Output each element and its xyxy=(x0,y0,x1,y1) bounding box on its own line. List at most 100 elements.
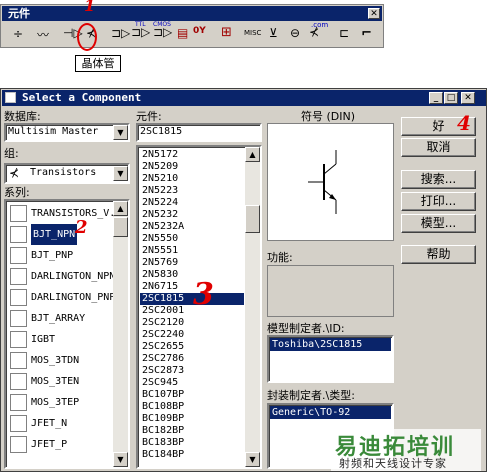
family-item[interactable]: JFET_P xyxy=(8,434,120,455)
component-list-item[interactable]: 2N5209 xyxy=(140,161,244,173)
component-list-item[interactable]: 2N5769 xyxy=(140,257,244,269)
component-input[interactable]: 2SC1815 xyxy=(136,123,262,142)
family-item[interactable]: MOS_3TEN xyxy=(8,371,120,392)
mos-3tep-icon xyxy=(10,394,27,411)
family-item[interactable]: JFET_N xyxy=(8,413,120,434)
family-list[interactable]: TRANSISTORS_V. BJT_NPN BJT_PNP DARLINGTO… xyxy=(4,199,130,469)
dialog-app-icon xyxy=(5,92,16,103)
family-item[interactable]: MOS_3TDN xyxy=(8,350,120,371)
connector-icon[interactable]: ⌐ xyxy=(361,26,372,41)
model-button[interactable]: 模型... xyxy=(401,214,476,233)
family-item[interactable]: DARLINGTON_NPN xyxy=(8,266,120,287)
component-list-item[interactable]: 2N5224 xyxy=(140,197,244,209)
toolbar-titlebar[interactable]: 元件 ✕ xyxy=(2,6,382,21)
component-list-item[interactable]: 2N5172 xyxy=(140,149,244,161)
database-dropdown-arrow[interactable]: ▼ xyxy=(113,125,128,140)
ttl-icon[interactable]: TTL ⊐▷ xyxy=(131,21,150,39)
database-select[interactable]: Multisim Master ▼ xyxy=(4,123,130,142)
ok-button-label: 好 xyxy=(432,119,445,133)
igbt-icon xyxy=(10,331,27,348)
cancel-button[interactable]: 取消 xyxy=(401,138,476,157)
component-list-item[interactable]: BC183BP xyxy=(140,437,244,449)
family-scrollbar[interactable]: ▲ ▼ xyxy=(113,201,128,467)
component-list-item[interactable]: 2N5830 xyxy=(140,269,244,281)
watermark-sub: 射频和天线设计专家 xyxy=(339,457,447,470)
ttl-label: TTL xyxy=(135,21,146,28)
component-list-item[interactable]: 2N5223 xyxy=(140,185,244,197)
power-icon[interactable]: ⊻ xyxy=(269,26,278,40)
search-button[interactable]: 搜索... xyxy=(401,170,476,189)
com-icon[interactable]: .com ⊀ xyxy=(309,21,328,39)
mcu-icon[interactable]: ▤ xyxy=(177,26,188,40)
component-list-item[interactable]: BC107BP xyxy=(140,389,244,401)
family-item[interactable]: DARLINGTON_PNP xyxy=(8,287,120,308)
darlington-pnp-icon xyxy=(10,289,27,306)
component-list-item[interactable]: 2SC945 xyxy=(140,377,244,389)
mixed-icon[interactable]: ⊞ xyxy=(221,25,232,40)
cmos-icon[interactable]: CMOS ⊐▷ xyxy=(153,21,172,39)
source-icon[interactable]: ÷ xyxy=(13,27,23,41)
component-list-item[interactable]: 2N5232A xyxy=(140,221,244,233)
footprint-value[interactable]: Generic\TO-92 xyxy=(270,406,391,419)
footprint-label: 封装制定者.\类型: xyxy=(267,389,355,402)
component-list-item[interactable]: 2N5551 xyxy=(140,245,244,257)
family-scroll-down[interactable]: ▼ xyxy=(113,452,128,467)
component-scrollbar[interactable]: ▲ ▼ xyxy=(245,147,260,467)
annotation-number-3: 3 xyxy=(193,277,214,312)
dialog-titlebar[interactable]: Select a Component _ □ ✕ xyxy=(2,90,486,106)
component-list-item[interactable]: 2SC2240 xyxy=(140,329,244,341)
component-toolbar-window: 元件 ✕ ÷ 〰 ⊣▷ ⊀ ⊐▷ TTL ⊐▷ CMOS ⊐▷ ▤ 0Y ⊞ MIS… xyxy=(0,4,384,48)
component-list-item[interactable]: 2SC1815 xyxy=(140,293,244,305)
component-scroll-up[interactable]: ▲ xyxy=(245,147,260,162)
misc-label-icon[interactable]: MISC xyxy=(244,29,261,37)
analog-icon[interactable]: ⊐▷ xyxy=(111,26,130,40)
component-list-item[interactable]: BC182BP xyxy=(140,425,244,437)
family-item[interactable]: BJT_NPN xyxy=(8,224,120,245)
annotation-number-4: 4 xyxy=(457,111,471,135)
tooltip-text: 晶体管 xyxy=(81,57,115,70)
family-item[interactable]: MOS_3TEP xyxy=(8,392,120,413)
component-list-item[interactable]: BC108BP xyxy=(140,401,244,413)
component-scroll-down[interactable]: ▼ xyxy=(245,452,260,467)
family-item[interactable]: TRANSISTORS_V. xyxy=(8,203,120,224)
component-list-item[interactable]: 2SC2873 xyxy=(140,365,244,377)
com-label: .com xyxy=(311,21,329,29)
model-value[interactable]: Toshiba\2SC1815 xyxy=(270,338,391,351)
component-list-item[interactable]: BC109BP xyxy=(140,413,244,425)
annotation-number-2: 2 xyxy=(75,217,88,238)
component-list-item[interactable]: 2N5210 xyxy=(140,173,244,185)
family-item[interactable]: IGBT xyxy=(8,329,120,350)
component-list-item[interactable]: 2SC2655 xyxy=(140,341,244,353)
help-button[interactable]: 帮助 xyxy=(401,245,476,264)
group-select[interactable]: ⊀ Transistors ▼ xyxy=(4,163,130,184)
select-component-dialog: Select a Component _ □ ✕ 数据库: Multisim M… xyxy=(0,88,487,472)
dialog-title: Select a Component xyxy=(22,91,142,104)
component-list-item[interactable]: 2N6715 xyxy=(140,281,244,293)
family-scroll-thumb[interactable] xyxy=(113,217,128,237)
component-list-item[interactable]: BC184BP xyxy=(140,449,244,461)
component-list-item[interactable]: 2SC2120 xyxy=(140,317,244,329)
family-label: 系列: xyxy=(4,186,30,199)
component-scroll-thumb[interactable] xyxy=(245,205,260,233)
close-button[interactable]: ✕ xyxy=(461,92,475,104)
component-list-item[interactable]: 2SC2786 xyxy=(140,353,244,365)
resistor-icon[interactable]: 〰 xyxy=(37,26,49,43)
rf-icon[interactable]: ⊖ xyxy=(290,26,300,40)
family-item[interactable]: BJT_ARRAY xyxy=(8,308,120,329)
minimize-button[interactable]: _ xyxy=(429,92,443,104)
component-list-item[interactable]: 2SC2001 xyxy=(140,305,244,317)
family-scroll-up[interactable]: ▲ xyxy=(113,201,128,216)
family-item[interactable]: BJT_PNP xyxy=(8,245,120,266)
component-list-item[interactable]: 2N5550 xyxy=(140,233,244,245)
symbol-label: 符号 (DIN) xyxy=(301,110,356,123)
component-list-item[interactable]: 2N5232 xyxy=(140,209,244,221)
print-button[interactable]: 打印... xyxy=(401,192,476,211)
group-dropdown-arrow[interactable]: ▼ xyxy=(113,166,128,181)
toolbar-icon-row: ÷ 〰 ⊣▷ ⊀ ⊐▷ TTL ⊐▷ CMOS ⊐▷ ▤ 0Y ⊞ MISC ⊻ ⊖… xyxy=(7,21,383,45)
maximize-button[interactable]: □ xyxy=(444,92,458,104)
model-list[interactable]: Toshiba\2SC1815 xyxy=(267,335,394,383)
peripheral-icon[interactable]: 0Y xyxy=(193,26,206,36)
ladder-icon[interactable]: ⊏ xyxy=(339,26,349,40)
database-value: Multisim Master xyxy=(8,126,99,137)
toolbar-close-button[interactable]: ✕ xyxy=(368,8,380,19)
